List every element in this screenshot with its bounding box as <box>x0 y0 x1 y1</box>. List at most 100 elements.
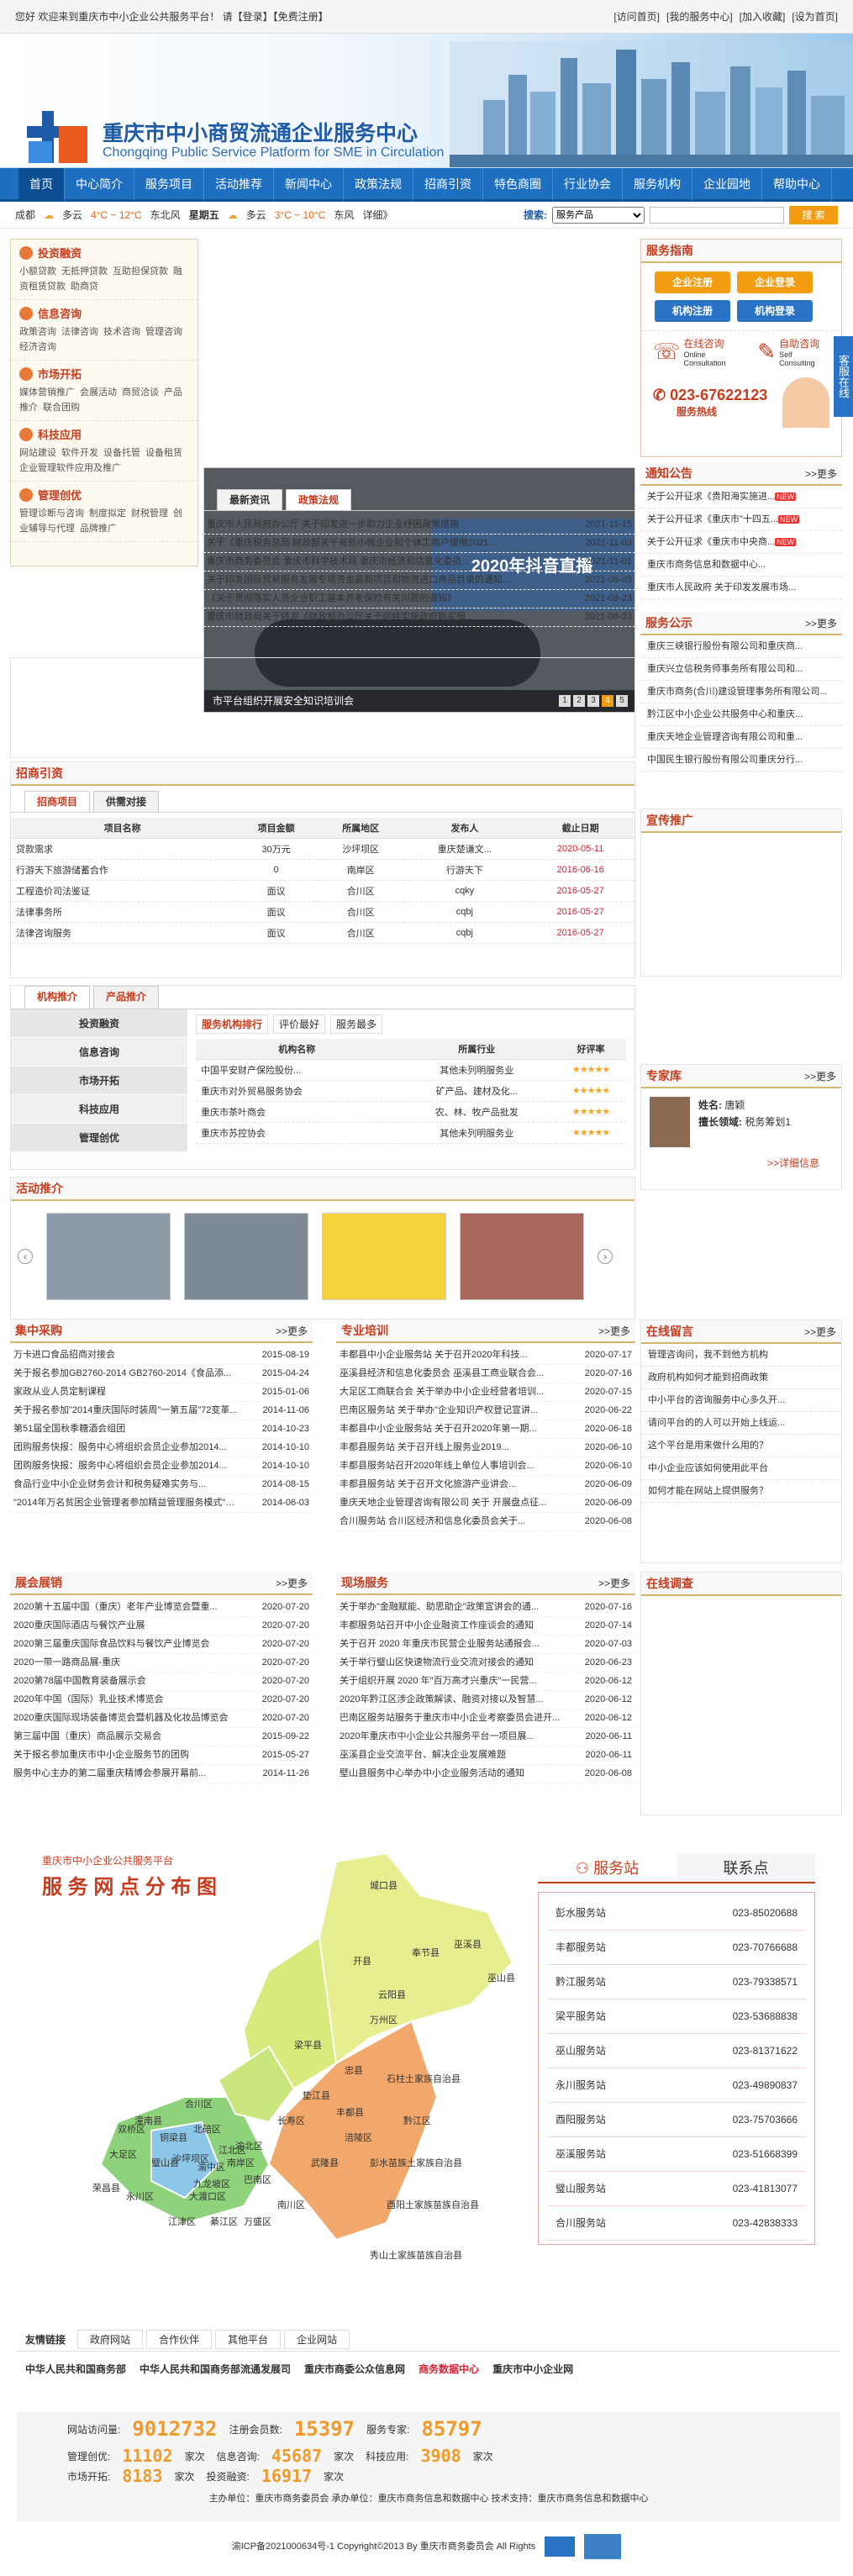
institution-category[interactable]: 投资融资 <box>11 1009 187 1038</box>
table-row[interactable]: 法律咨询服务 面议 合川区 cqbj 2016-05-27 <box>11 922 634 944</box>
list-item[interactable]: 重庆三峡银行股份有限公司和重庆商... <box>640 635 842 658</box>
list-item[interactable]: 丰都县中小企业服务站 关于召开2020年第一期... 2020-06-18 <box>336 1420 635 1439</box>
news-item[interactable]: 关于《重庆税务总局 财政部关于有些小微企业和个体工商户缓缴2021... 2021… <box>203 535 635 553</box>
list-item[interactable]: 重庆市商务信息和数据中心... <box>640 554 842 577</box>
link-sme-net[interactable]: 重庆市中小企业网 <box>492 2362 573 2376</box>
station-row[interactable]: 彭水服务站 023-85020688 <box>547 1896 806 1931</box>
notice-more-link[interactable]: >>更多 <box>805 466 837 481</box>
side-category-link[interactable]: 政策咨询 <box>19 327 56 337</box>
list-item[interactable]: 2020第78届中国教育装备展示会 2020-07-20 <box>10 1673 313 1691</box>
publicity-more-link[interactable]: >>更多 <box>805 616 837 630</box>
side-category-link[interactable]: 网站建设 <box>19 448 56 458</box>
list-item[interactable]: 2020年重庆市中小企业公共服务平台一项目展... 2020-06-11 <box>336 1728 635 1746</box>
list-item[interactable]: "2014年万名贫困企业管理者参加精益管理服务模式"培训... 2014-06-0… <box>10 1494 313 1513</box>
institution-register-button[interactable]: 机构注册 <box>655 300 730 322</box>
list-item[interactable]: 重庆兴立信税务师事务所有限公司和... <box>640 658 842 681</box>
list-item[interactable]: 丰都县服务站 关于召开文化旅游产业讲会... 2020-06-09 <box>336 1476 635 1494</box>
link-favorite[interactable]: [加入收藏] <box>740 9 786 24</box>
table-row[interactable]: 贷款需求 30万元 沙坪坝区 重庆楚谦文... 2020-05-11 <box>11 838 634 860</box>
gov-badge-icon[interactable] <box>545 2536 576 2558</box>
activity-photo-2[interactable] <box>184 1213 308 1300</box>
map-district[interactable]: 北碚区 <box>193 2122 221 2136</box>
side-category-link[interactable]: 小额贷款 <box>19 266 56 277</box>
list-item[interactable]: 请问平台的的人可以开始上线运... <box>641 1412 841 1435</box>
map-district[interactable]: 酉阳土家族苗族自治县 <box>387 2198 479 2211</box>
nav-policy[interactable]: 政策法规 <box>344 166 413 201</box>
map-district[interactable]: 垫江县 <box>303 2089 330 2102</box>
list-item[interactable]: 关于报名参加GB2760-2014 GB2760-2014《食品添... 2015… <box>10 1365 313 1383</box>
nav-business-district[interactable]: 特色商圈 <box>483 166 553 201</box>
map-district[interactable]: 铜梁县 <box>160 2131 187 2144</box>
list-item[interactable]: 万卡进口食品招商对接会 2015-08-19 <box>10 1346 313 1365</box>
map-district[interactable]: 黔江区 <box>403 2114 431 2127</box>
link-set-home[interactable]: [设为首页] <box>792 9 838 24</box>
side-category-link[interactable]: 会展活动 <box>80 387 117 398</box>
link-cq-commerce[interactable]: 重庆市商委公众信息网 <box>304 2362 405 2376</box>
side-category-link[interactable]: 媒体营销推广 <box>19 387 75 398</box>
map-district[interactable]: 璧山县 <box>151 2156 179 2169</box>
tab-partners[interactable]: 合作伙伴 <box>146 2330 213 2349</box>
nav-association[interactable]: 行业协会 <box>553 166 623 201</box>
station-row[interactable]: 黔江服务站 023-79338571 <box>547 1965 806 1999</box>
side-category-link[interactable]: 商贸洽谈 <box>122 387 159 398</box>
map-district[interactable]: 城口县 <box>370 1878 398 1892</box>
list-item[interactable]: 2020年中国（国际）乳业技术博览会 2020-07-20 <box>10 1691 313 1709</box>
tab-policies[interactable]: 政策法规 <box>286 489 352 510</box>
map-district[interactable]: 万盛区 <box>244 2215 271 2228</box>
nav-services[interactable]: 服务项目 <box>134 166 204 201</box>
list-item[interactable]: 巫溪县经济和信息化委员会 巫溪县工商业联合会... 2020-07-16 <box>336 1365 635 1383</box>
weather-detail-link[interactable]: 详细》 <box>362 208 392 222</box>
subtab-most-service[interactable]: 服务最多 <box>330 1014 383 1034</box>
side-category-link[interactable]: 技术咨询 <box>103 327 140 337</box>
side-category-link[interactable]: 互助担保贷款 <box>113 266 168 277</box>
tab-gov-sites[interactable]: 政府网站 <box>77 2330 144 2349</box>
side-category-link[interactable]: 管理诊断与咨询 <box>19 508 84 519</box>
map-district[interactable]: 巫山县 <box>487 1971 515 1984</box>
list-item[interactable]: 第三届中国（重庆）商品展示交易会 2015-09-22 <box>10 1728 313 1746</box>
list-item[interactable]: 服务中心主办的第二届重庆精博会参展开幕前... 2014-11-26 <box>10 1765 313 1783</box>
map-district[interactable]: 双桥区 <box>118 2122 145 2136</box>
list-item[interactable]: 政府机构如何才能到招商政策 <box>641 1367 841 1389</box>
tab-contact-point[interactable]: 联系点 <box>677 1853 815 1882</box>
side-category-link[interactable]: 设备托管 <box>103 448 140 458</box>
list-item[interactable]: 中小平台的咨询服务中心多久开... <box>641 1389 841 1412</box>
search-category-select[interactable]: 服务产品 <box>552 206 645 224</box>
search-button[interactable]: 搜 索 <box>789 205 838 224</box>
tab-product-promo[interactable]: 产品推介 <box>93 986 160 1009</box>
list-item[interactable]: 巴南区服务站 关于举办"企业知识产权登记宣讲... 2020-06-22 <box>336 1402 635 1420</box>
nav-activities[interactable]: 活动推荐 <box>204 166 274 201</box>
map-district[interactable]: 江北区 <box>219 2143 246 2157</box>
list-item[interactable]: 2020一带一路商品展-重庆 2020-07-20 <box>10 1654 313 1673</box>
side-category-link[interactable]: 管理咨询 <box>145 327 182 337</box>
floating-service-tab[interactable]: 客服在线 <box>834 336 853 417</box>
side-category-title[interactable]: 投资融资 <box>19 245 189 261</box>
self-consult[interactable]: ✎ 自助咨询 Self Consulting <box>757 336 829 367</box>
list-item[interactable]: 关于公开征求《贵阳海实施进... NEW <box>640 486 842 508</box>
nav-home[interactable]: 首页 <box>18 166 65 201</box>
table-row[interactable]: 工程造价司法鉴证 面议 合川区 cqky 2016-05-27 <box>11 880 634 902</box>
list-item[interactable]: 丰都县中小企业服务站 关于召开2020年科技... 2020-07-17 <box>336 1346 635 1365</box>
institution-login-button[interactable]: 机构登录 <box>737 300 813 322</box>
link-home[interactable]: [访问首页] <box>613 9 660 24</box>
nav-news[interactable]: 新闻中心 <box>274 166 344 201</box>
map-district[interactable]: 长寿区 <box>277 2114 305 2127</box>
list-item[interactable]: 2020重庆国际酒店与餐饮产业展 2020-07-20 <box>10 1617 313 1636</box>
enterprise-login-button[interactable]: 企业登录 <box>737 271 813 293</box>
activity-photo-3[interactable] <box>322 1213 446 1300</box>
nav-investment[interactable]: 招商引资 <box>413 166 483 201</box>
link-data-center[interactable]: 商务数据中心 <box>419 2362 479 2376</box>
side-category-title[interactable]: 信息咨询 <box>19 305 189 321</box>
news-item[interactable]: 关于印发国际贸易服务发展专项资金最期项目和物资进口商品目录的通知... 2021-… <box>203 572 635 590</box>
chevron-left-icon[interactable]: ‹ <box>18 1249 33 1264</box>
activity-photo-1[interactable] <box>46 1213 171 1300</box>
chevron-right-icon[interactable]: › <box>598 1249 613 1264</box>
side-category-link[interactable]: 企业管理软件应用及推广 <box>19 463 121 473</box>
map-district[interactable]: 梁平县 <box>294 2038 322 2052</box>
side-category-link[interactable]: 联合团购 <box>43 403 80 413</box>
nav-help[interactable]: 帮助中心 <box>762 166 832 201</box>
list-item[interactable]: 食品行业中小企业财务会计和税务疑难实务与... 2014-08-15 <box>10 1476 313 1494</box>
link-mofcom[interactable]: 中华人民共和国商务部 <box>25 2362 126 2376</box>
map-district[interactable]: 涪陵区 <box>345 2131 372 2144</box>
station-row[interactable]: 丰都服务站 023-70766688 <box>547 1931 806 1965</box>
map-district[interactable]: 丰都县 <box>336 2105 364 2119</box>
